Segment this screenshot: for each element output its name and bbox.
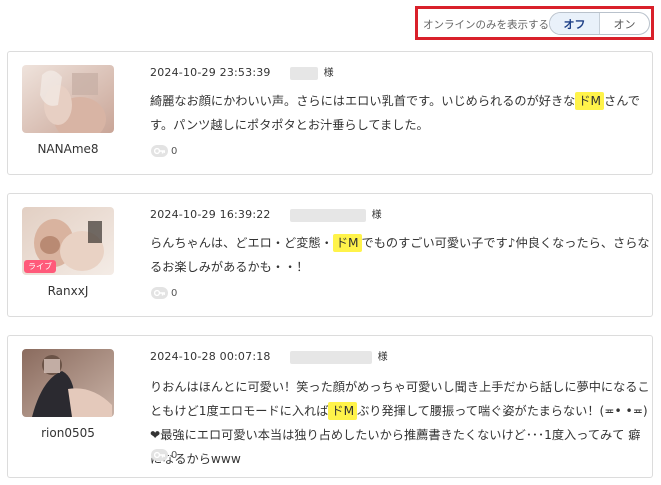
online-toggle[interactable]: オフ オン bbox=[549, 12, 650, 35]
review-text-part: 綺麗なお顔にかわいい声。さらにはエロい乳首です。いじめられるのが好きな bbox=[150, 94, 576, 108]
avatar[interactable]: ライブ bbox=[22, 207, 114, 275]
reviewer-name-blurred bbox=[290, 350, 373, 364]
like-count: 0 bbox=[171, 145, 178, 157]
review-text: りおんはほんとに可愛い！笑った顔がめっちゃ可愛いし聞き上手だから話しに夢中になる… bbox=[150, 375, 650, 471]
review-username[interactable]: NANAme8 bbox=[8, 142, 128, 156]
like-count: 0 bbox=[171, 449, 178, 461]
keyword-highlight: ドM bbox=[328, 402, 358, 420]
review-card: rion0505 2024-10-28 00:07:18 様 りおんはほんとに可… bbox=[7, 335, 653, 478]
review-date: 2024-10-29 23:53:39 bbox=[150, 66, 271, 79]
keyword-highlight: ドM bbox=[575, 92, 605, 110]
avatar[interactable] bbox=[22, 65, 114, 133]
review-text: らんちゃんは、どエロ・ど変態・ ドM でものすごい可愛い子です♪仲良くなったら、さら… bbox=[150, 231, 650, 279]
key-like-icon[interactable] bbox=[151, 287, 168, 299]
like-count: 0 bbox=[171, 287, 178, 299]
toggle-off-button[interactable]: オフ bbox=[550, 13, 600, 34]
review-meta: 2024-10-29 23:53:39 様 bbox=[150, 64, 334, 80]
honorific: 様 bbox=[377, 352, 388, 363]
avatar[interactable] bbox=[22, 349, 114, 417]
review-card: ライブ RanxxJ 2024-10-29 16:39:22 様 らんちゃんは、… bbox=[7, 193, 653, 317]
review-meta: 2024-10-29 16:39:22 様 bbox=[150, 206, 382, 222]
like-row[interactable]: 0 bbox=[151, 145, 177, 157]
honorific: 様 bbox=[323, 68, 334, 79]
review-meta: 2024-10-28 00:07:18 様 bbox=[150, 348, 388, 364]
keyword-highlight: ドM bbox=[332, 234, 362, 252]
reviewer-name-blurred bbox=[290, 66, 319, 80]
live-badge: ライブ bbox=[24, 260, 56, 273]
key-like-icon[interactable] bbox=[151, 449, 168, 461]
review-date: 2024-10-28 00:07:18 bbox=[150, 350, 271, 363]
review-card: NANAme8 2024-10-29 23:53:39 様 綺麗なお顔にかわいい… bbox=[7, 51, 653, 175]
review-username[interactable]: RanxxJ bbox=[8, 284, 128, 298]
reviewer-name-blurred bbox=[290, 208, 367, 222]
key-like-icon[interactable] bbox=[151, 145, 168, 157]
review-date: 2024-10-29 16:39:22 bbox=[150, 208, 271, 221]
honorific: 様 bbox=[371, 210, 382, 221]
review-text: 綺麗なお顔にかわいい声。さらにはエロい乳首です。いじめられるのが好きな ドM さんで… bbox=[150, 89, 650, 137]
online-filter-label: オンラインのみを表示する bbox=[423, 19, 549, 31]
toggle-on-button[interactable]: オン bbox=[600, 13, 649, 34]
review-username[interactable]: rion0505 bbox=[8, 426, 128, 440]
like-row[interactable]: 0 bbox=[151, 449, 177, 461]
like-row[interactable]: 0 bbox=[151, 287, 177, 299]
online-filter: オンラインのみを表示する オフ オン bbox=[415, 6, 654, 40]
review-text-part: らんちゃんは、どエロ・ど変態・ bbox=[150, 236, 333, 250]
